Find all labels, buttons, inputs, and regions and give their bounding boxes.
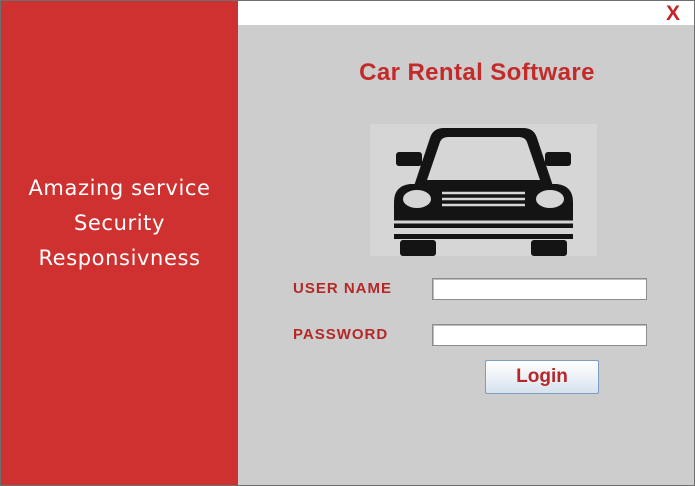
- car-front-icon: [394, 128, 573, 256]
- login-panel: Car Rental Software USER NAME PASSWORD L…: [238, 25, 694, 485]
- car-logo: [370, 124, 597, 256]
- username-label: USER NAME: [293, 280, 393, 297]
- sidebar-panel: Amazing service Security Responsivness: [1, 1, 238, 485]
- username-input[interactable]: [432, 278, 647, 300]
- login-button[interactable]: Login: [485, 360, 599, 394]
- close-button[interactable]: X: [666, 2, 680, 26]
- slogan-responsiveness: Responsivness: [38, 246, 201, 270]
- password-input[interactable]: [432, 324, 647, 346]
- login-window: Amazing service Security Responsivness X…: [0, 0, 695, 486]
- title-bar: X: [238, 1, 694, 26]
- password-label: PASSWORD: [293, 326, 389, 343]
- slogan-amazing-service: Amazing service: [28, 176, 211, 200]
- slogan-list: Amazing service Security Responsivness: [1, 171, 238, 276]
- app-title: Car Rental Software: [359, 59, 595, 86]
- slogan-security: Security: [73, 211, 166, 235]
